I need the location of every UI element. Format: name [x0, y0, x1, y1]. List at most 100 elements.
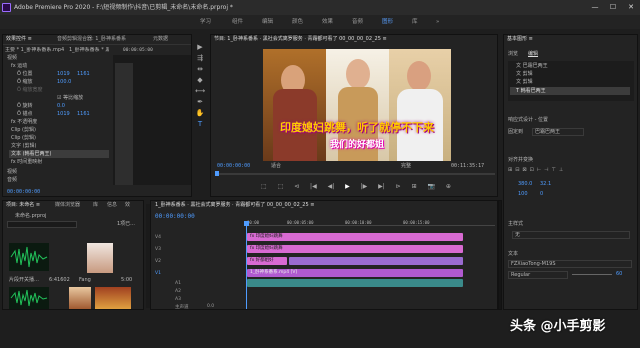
playhead-handle[interactable]	[244, 221, 249, 226]
transport-controls: ⬚ ⬚ ⊲ |◀ ◀| ▶ |▶ ▶| ⊳ ⊞ 📷 ⊕	[261, 182, 451, 192]
clip-title-3[interactable]: fx 好都姐好	[247, 257, 287, 265]
project-search-input[interactable]	[7, 221, 77, 228]
ec-position-x[interactable]: 1019	[57, 71, 70, 78]
workspace-color[interactable]: 颜色	[292, 15, 303, 29]
ec-opacity[interactable]: fx 不透明度	[11, 119, 37, 126]
font-size-value[interactable]: 60	[616, 271, 622, 278]
pin-dropdown[interactable]: 巴霜巴两王	[532, 128, 584, 136]
ec-position-y[interactable]: 1161	[77, 71, 90, 78]
ec-rotation-value[interactable]: 0.0	[57, 103, 65, 110]
close-button[interactable]: ✕	[622, 0, 640, 15]
tab-effect-controls[interactable]: 效果控件 ≡	[6, 35, 32, 44]
workspace-effects[interactable]: 效果	[322, 15, 333, 29]
workspace-more[interactable]: »	[436, 15, 439, 29]
project-thumb-video-3[interactable]	[95, 287, 131, 309]
add-marker-icon[interactable]: ⬚	[261, 182, 267, 192]
tab-audio-mixer[interactable]: 音频剪辑混合器: 1_卧神系番系	[57, 35, 126, 44]
workspace-assembly[interactable]: 组件	[232, 15, 243, 29]
fit-dropdown[interactable]: 适合	[271, 163, 281, 170]
ec-anchor-x[interactable]: 1019	[57, 111, 70, 118]
timeline-timecode[interactable]: 00:00:00:00	[155, 213, 195, 220]
selection-tool-icon[interactable]: ▶	[194, 42, 206, 53]
clip-title-2[interactable]: fx 印度媳妇跳舞	[247, 245, 463, 253]
timeline-title[interactable]: 1_卧神系番系 · 黑社会式离罗服务 · 青霜都可看了 00_00_00_02_…	[155, 201, 314, 210]
program-timecode-left[interactable]: 00:00:00:00	[217, 163, 250, 170]
workspace-audio[interactable]: 音频	[352, 15, 363, 29]
ec-motion[interactable]: fx 运动	[11, 63, 27, 70]
master-style-dropdown[interactable]: 无	[512, 231, 630, 239]
export-frame-icon[interactable]: 📷	[428, 182, 435, 192]
workspace-edit[interactable]: 编辑	[262, 15, 273, 29]
rotation-value[interactable]: 0	[540, 191, 543, 198]
workspace-libraries[interactable]: 库	[412, 15, 418, 29]
ec-uniform-scale-checkbox[interactable]: ☑ 等比缩放	[57, 95, 83, 102]
timeline-playhead[interactable]	[246, 225, 247, 309]
slip-tool-icon[interactable]: ⟷	[194, 86, 206, 97]
font-dropdown[interactable]: FZXiaoTong-M19S	[508, 260, 632, 268]
step-back-icon[interactable]: ◀|	[328, 182, 335, 192]
ec-text-1[interactable]: 文字 (剪辑)	[11, 143, 37, 150]
ec-anchor-y[interactable]: 1161	[77, 111, 90, 118]
pos-x[interactable]: 380.0	[518, 181, 532, 188]
layer-3[interactable]: 文 剪辑	[516, 79, 533, 86]
step-forward-icon[interactable]: |▶	[361, 182, 368, 192]
clip-title-4[interactable]	[289, 257, 463, 265]
ec-footer-timecode[interactable]: 00:00:00:00	[7, 189, 40, 196]
workspace-graphics[interactable]: 图形	[382, 15, 393, 29]
maximize-button[interactable]: ☐	[604, 0, 622, 15]
project-thumb-video-2[interactable]	[69, 287, 91, 309]
play-button-icon[interactable]: ▶	[345, 182, 350, 192]
ec-text-2[interactable]: 文本 (韩看巴两王)	[11, 151, 52, 158]
clip-audio-a1[interactable]	[247, 279, 463, 287]
project-thumb-audio-2[interactable]	[9, 287, 49, 309]
pos-y[interactable]: 32.1	[540, 181, 551, 188]
mark-out-icon[interactable]: ⊲	[294, 182, 299, 192]
scale-value[interactable]: 100	[518, 191, 528, 198]
quality-dropdown[interactable]: 完整	[401, 163, 411, 170]
tab-browse[interactable]: 浏览	[508, 51, 518, 58]
type-tool-icon[interactable]: T	[194, 119, 206, 130]
caption-line-2: 我们的好都姐	[329, 140, 384, 150]
ripple-edit-icon[interactable]: ⇹	[194, 64, 206, 75]
tab-effects[interactable]: 效	[125, 201, 130, 210]
project-thumb-video-1[interactable]	[87, 243, 113, 273]
program-scrubber[interactable]	[215, 173, 495, 175]
workspace-bar: 学习 组件 编辑 颜色 效果 音频 图形 库 »	[0, 15, 640, 29]
button-editor-icon[interactable]: ⊕	[446, 182, 451, 192]
minimize-button[interactable]: —	[586, 0, 604, 15]
font-style-dropdown[interactable]: Regular	[508, 271, 568, 279]
ec-clip-2[interactable]: Clip (剪辑)	[11, 135, 36, 142]
program-playhead[interactable]	[215, 171, 219, 176]
clip-video-v1[interactable]: 1_卧神系番系.mp4 [V]	[247, 269, 463, 277]
font-size-slider[interactable]	[572, 274, 612, 275]
tab-info[interactable]: 信息	[107, 201, 117, 210]
layer-1[interactable]: 文 巴霜巴两王	[516, 63, 548, 70]
align-transform-label: 对齐并变换	[508, 157, 534, 163]
razor-tool-icon[interactable]: ◆	[194, 75, 206, 86]
tab-edit[interactable]: 编辑	[528, 51, 538, 58]
ec-time-remap[interactable]: fx 时间重映射	[11, 159, 42, 166]
layer-4[interactable]: T 韩看巴两王	[516, 88, 546, 95]
pen-tool-icon[interactable]: ✒	[194, 97, 206, 108]
mark-in-icon[interactable]: ⬚	[278, 182, 284, 192]
layer-2[interactable]: 文 剪辑	[516, 71, 533, 78]
go-to-in-icon[interactable]: |◀	[310, 182, 317, 192]
tab-project[interactable]: 项目: 未命名 ≡	[6, 201, 40, 210]
master-value[interactable]: 0.0	[207, 304, 214, 309]
ec-scale-value[interactable]: 100.0	[57, 79, 71, 86]
go-to-out-icon[interactable]: ▶|	[378, 182, 385, 192]
tab-media-browser[interactable]: 媒体浏览器	[55, 201, 80, 210]
align-buttons[interactable]: ⊞⊟⊠⊡⊢⊣⊤⊥	[508, 167, 632, 175]
clip-title-1[interactable]: fx 印度媳妇跳舞	[247, 233, 463, 241]
extract-icon[interactable]: ⊞	[412, 182, 417, 192]
program-title[interactable]: 节目: 1_卧神系番系 · 黑社会式离罗服务 · 青霜都可看了 00_00_00…	[214, 35, 387, 44]
track-select-icon[interactable]: ⇶	[194, 53, 206, 64]
ec-clip-1[interactable]: Clip (剪辑)	[11, 127, 36, 134]
hand-tool-icon[interactable]: ✋	[194, 108, 206, 119]
workspace-learn[interactable]: 学习	[200, 15, 211, 29]
tools-panel: ▶ ⇶ ⇹ ◆ ⟷ ✒ ✋ T	[194, 42, 206, 132]
lift-icon[interactable]: ⊳	[396, 182, 401, 192]
tab-libraries[interactable]: 库	[93, 201, 98, 210]
tab-metadata[interactable]: 元数据	[153, 35, 168, 44]
project-thumb-audio-1[interactable]	[9, 243, 49, 271]
